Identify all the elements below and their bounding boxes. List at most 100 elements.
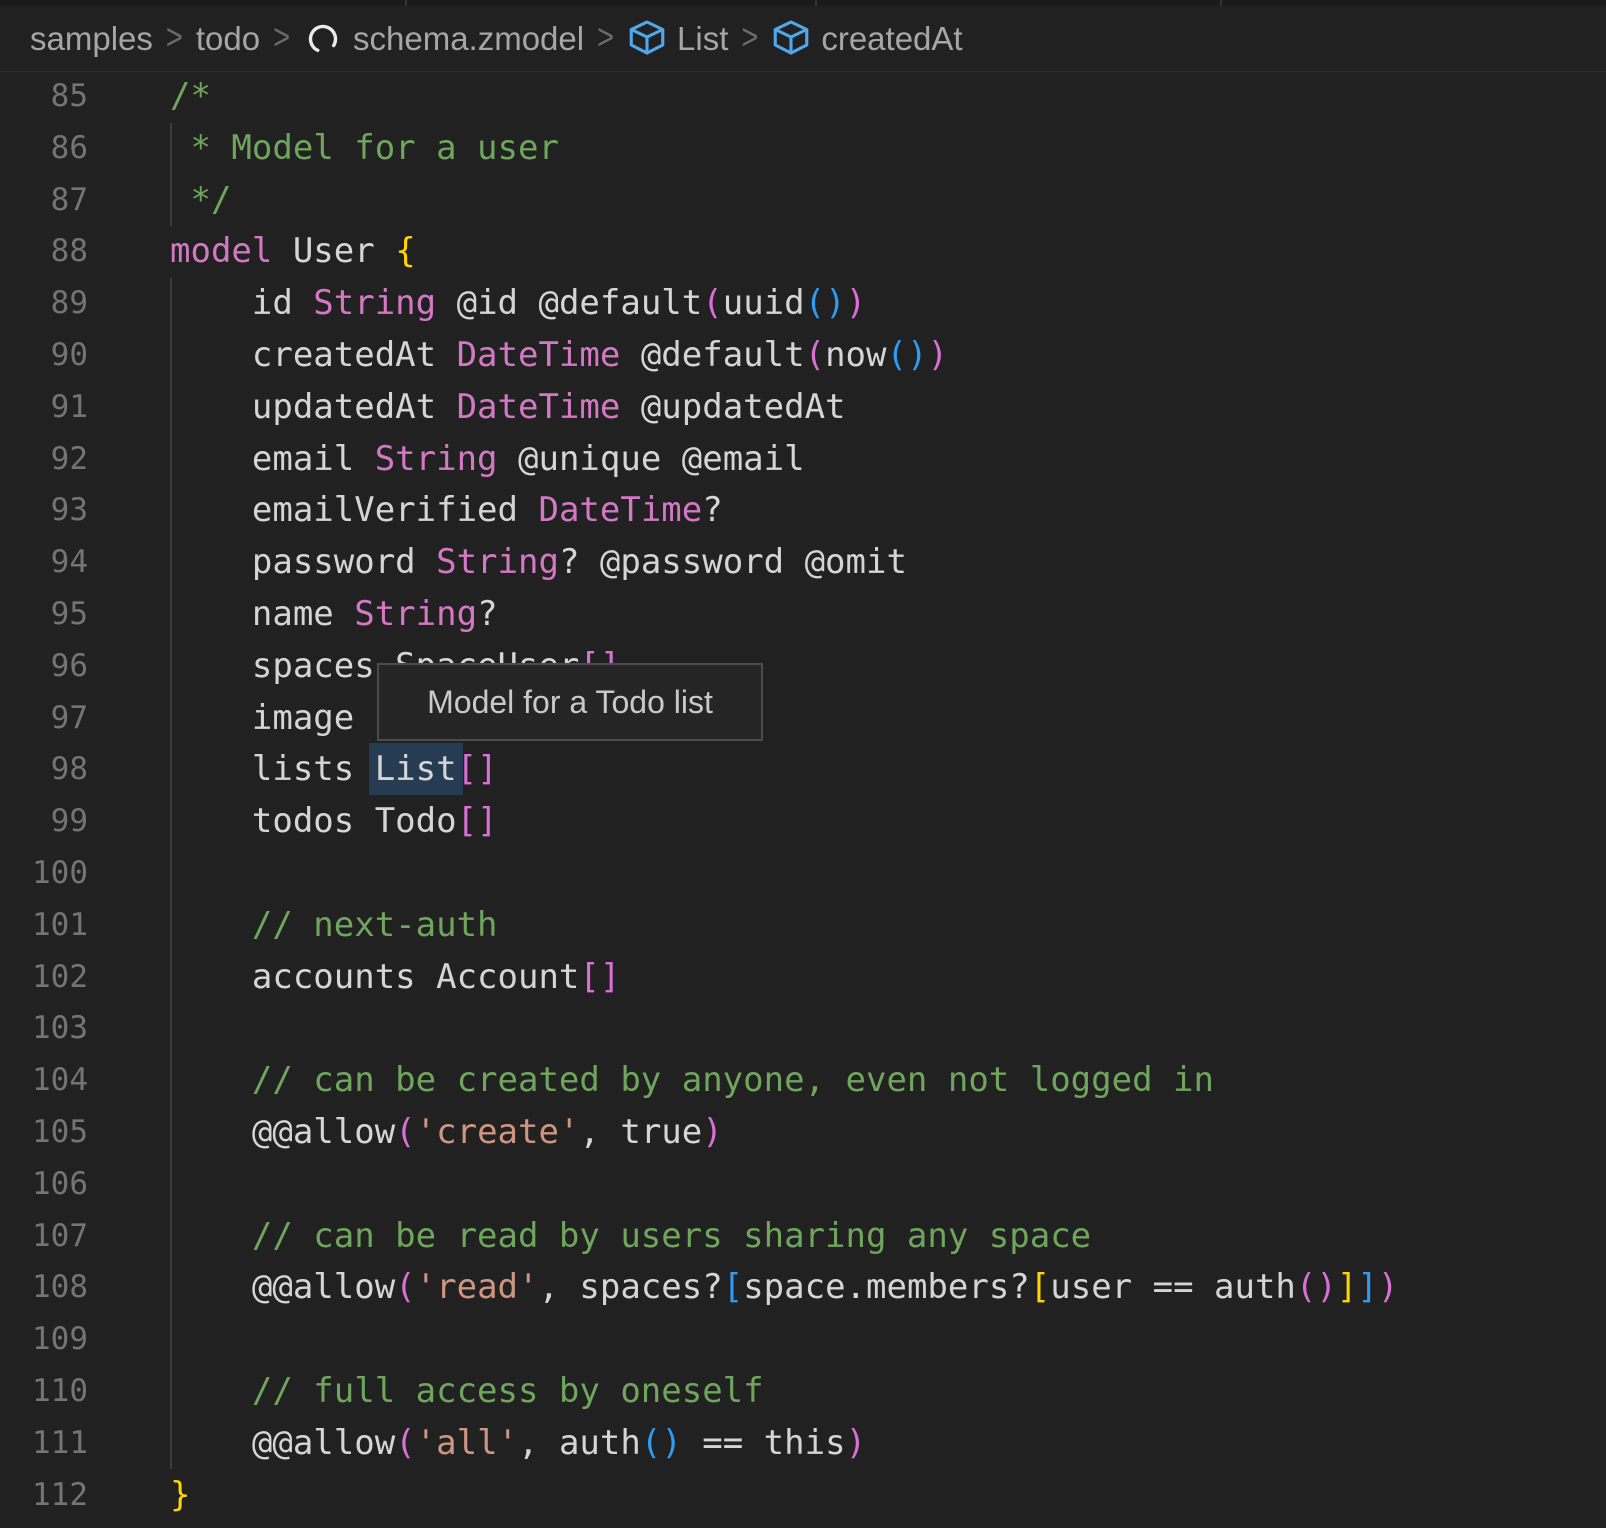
- line-number: 87: [0, 175, 88, 227]
- breadcrumb: samples > todo > schema.zmodel > List > creat…: [0, 6, 1606, 72]
- code-line-112[interactable]: 112}: [0, 1470, 1606, 1522]
- breadcrumb-label: createdAt: [821, 20, 962, 58]
- code-token: emailVerified: [170, 490, 538, 530]
- code-line-99[interactable]: 99 todos Todo[]: [0, 796, 1606, 848]
- code-token: []: [457, 749, 498, 789]
- code-token: space.members?: [743, 1267, 1030, 1307]
- code-token: updatedAt: [170, 387, 457, 427]
- code-line-90[interactable]: 90 createdAt DateTime @default(now()): [0, 330, 1606, 382]
- code-line-94[interactable]: 94 password String? @password @omit: [0, 537, 1606, 589]
- code-token: // can be read by users sharing any spac…: [170, 1216, 1091, 1256]
- code-line-111[interactable]: 111 @@allow('all', auth() == this): [0, 1418, 1606, 1470]
- line-number: 94: [0, 537, 88, 589]
- code-line-108[interactable]: 108 @@allow('read', spaces?[space.member…: [0, 1262, 1606, 1314]
- code-text: // next-auth: [170, 900, 498, 952]
- line-number: 110: [0, 1366, 88, 1418]
- code-line-107[interactable]: 107 // can be read by users sharing any …: [0, 1211, 1606, 1263]
- breadcrumb-label: schema.zmodel: [353, 20, 584, 58]
- code-token: ): [927, 335, 947, 375]
- line-number: 105: [0, 1107, 88, 1159]
- code-line-95[interactable]: 95 name String?: [0, 589, 1606, 641]
- code-token: List: [375, 749, 457, 789]
- line-number: 86: [0, 123, 88, 175]
- code-text: updatedAt DateTime @updatedAt: [170, 382, 846, 434]
- code-line-91[interactable]: 91 updatedAt DateTime @updatedAt: [0, 382, 1606, 434]
- code-token: (: [395, 1423, 415, 1463]
- code-line-88[interactable]: 88model User {: [0, 226, 1606, 278]
- code-token: */: [170, 180, 231, 220]
- code-line-89[interactable]: 89 id String @id @default(uuid()): [0, 278, 1606, 330]
- code-token: (: [395, 1267, 415, 1307]
- code-token: (: [702, 283, 722, 323]
- line-number: 95: [0, 589, 88, 641]
- code-line-93[interactable]: 93 emailVerified DateTime?: [0, 485, 1606, 537]
- code-text: // can be read by users sharing any spac…: [170, 1211, 1091, 1263]
- code-token: // can be created by anyone, even not lo…: [170, 1060, 1214, 1100]
- code-line-106[interactable]: 106: [0, 1159, 1606, 1211]
- code-token: []: [579, 957, 620, 997]
- code-text: @@allow('create', true): [170, 1107, 723, 1159]
- code-token: accounts Account: [170, 957, 579, 997]
- code-text: model User {: [170, 226, 416, 278]
- code-token: ): [1378, 1267, 1398, 1307]
- code-line-97[interactable]: 97 image: [0, 693, 1606, 745]
- code-line-96[interactable]: 96 spaces SpaceUser[]: [0, 641, 1606, 693]
- code-token: , auth: [518, 1423, 641, 1463]
- code-line-92[interactable]: 92 email String @unique @email: [0, 434, 1606, 486]
- code-token: DateTime: [457, 335, 621, 375]
- code-token: (): [641, 1423, 682, 1463]
- code-line-109[interactable]: 109: [0, 1314, 1606, 1366]
- code-text: * Model for a user: [170, 123, 559, 175]
- code-token: DateTime: [457, 387, 621, 427]
- line-number: 104: [0, 1055, 88, 1107]
- code-token: String: [375, 439, 498, 479]
- code-line-100[interactable]: 100: [0, 848, 1606, 900]
- code-line-98[interactable]: 98 lists List[]: [0, 744, 1606, 796]
- code-token: @@allow: [170, 1267, 395, 1307]
- code-line-86[interactable]: 86 * Model for a user: [0, 123, 1606, 175]
- code-token: name: [170, 594, 354, 634]
- code-text: todos Todo[]: [170, 796, 498, 848]
- code-line-104[interactable]: 104 // can be created by anyone, even no…: [0, 1055, 1606, 1107]
- code-line-85[interactable]: 85/*: [0, 71, 1606, 123]
- code-line-101[interactable]: 101 // next-auth: [0, 900, 1606, 952]
- code-token: [: [723, 1267, 743, 1307]
- line-number: 89: [0, 278, 88, 330]
- breadcrumb-item-todo[interactable]: todo: [196, 20, 260, 58]
- code-token: String: [354, 594, 477, 634]
- code-token: User: [272, 231, 395, 271]
- code-token: password: [170, 542, 436, 582]
- code-text: // full access by oneself: [170, 1366, 764, 1418]
- code-line-87[interactable]: 87 */: [0, 175, 1606, 227]
- indent-guide: [170, 123, 172, 226]
- code-text: @@allow('all', auth() == this): [170, 1418, 866, 1470]
- line-number: 107: [0, 1211, 88, 1263]
- breadcrumb-separator: >: [597, 18, 614, 59]
- line-number: 92: [0, 434, 88, 486]
- breadcrumb-separator: >: [273, 18, 290, 59]
- code-line-102[interactable]: 102 accounts Account[]: [0, 952, 1606, 1004]
- code-line-103[interactable]: 103: [0, 1003, 1606, 1055]
- code-text: @@allow('read', spaces?[space.members?[u…: [170, 1262, 1398, 1314]
- breadcrumb-item-schema.zmodel[interactable]: schema.zmodel: [303, 19, 584, 59]
- code-token: @default: [620, 335, 804, 375]
- code-text: name String?: [170, 589, 498, 641]
- line-number: 91: [0, 382, 88, 434]
- code-text: accounts Account[]: [170, 952, 620, 1004]
- code-line-110[interactable]: 110 // full access by oneself: [0, 1366, 1606, 1418]
- code-line-105[interactable]: 105 @@allow('create', true): [0, 1107, 1606, 1159]
- code-token: ): [702, 1112, 722, 1152]
- breadcrumb-item-createdat[interactable]: createdAt: [771, 19, 962, 59]
- code-text: password String? @password @omit: [170, 537, 907, 589]
- line-number: 106: [0, 1159, 88, 1211]
- hover-tooltip: Model for a Todo list: [377, 663, 763, 741]
- breadcrumb-separator: >: [166, 18, 183, 59]
- code-editor[interactable]: 85/*86 * Model for a user87 */88model Us…: [0, 71, 1606, 1521]
- code-text: createdAt DateTime @default(now()): [170, 330, 948, 382]
- breadcrumb-separator: >: [741, 18, 758, 59]
- code-token: DateTime: [538, 490, 702, 530]
- breadcrumb-item-samples[interactable]: samples: [30, 20, 153, 58]
- code-token: lists: [170, 749, 375, 789]
- line-number: 93: [0, 485, 88, 537]
- breadcrumb-item-list[interactable]: List: [627, 19, 728, 59]
